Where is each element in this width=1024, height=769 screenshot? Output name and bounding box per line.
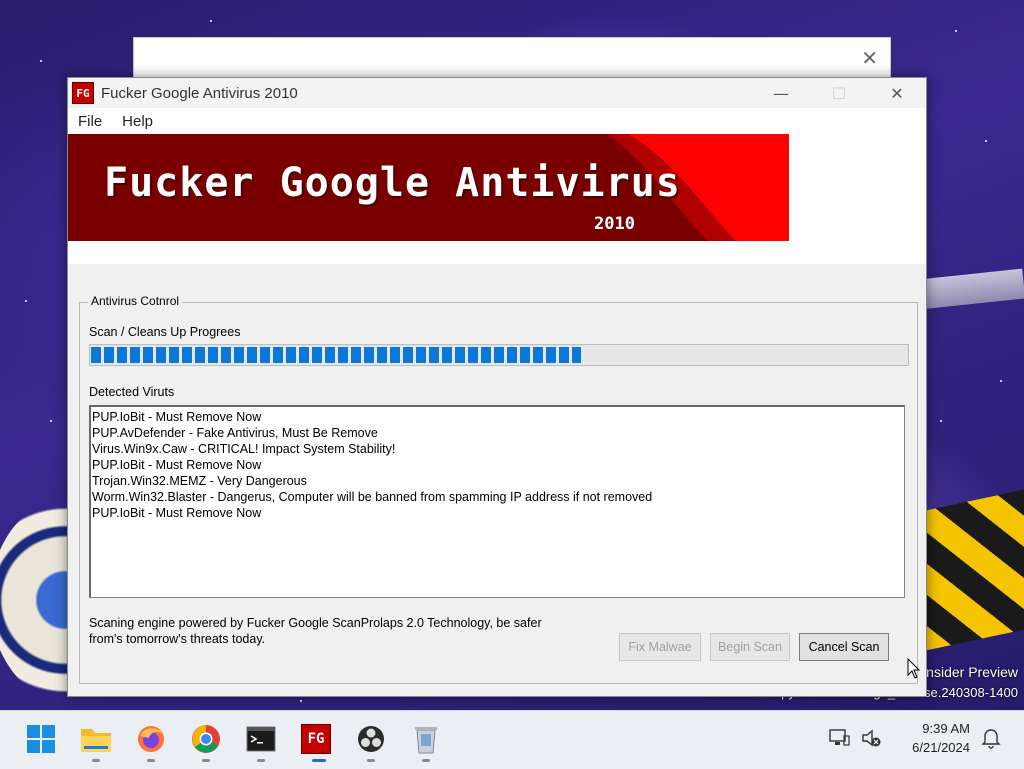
network-icon[interactable]	[826, 725, 852, 751]
windows-start-icon[interactable]	[25, 723, 57, 755]
antivirus-window: FG Fucker Google Antivirus 2010 — ☐ ✕ Fi…	[67, 77, 927, 697]
list-item[interactable]: Trojan.Win32.MEMZ - Very Dangerous	[92, 473, 903, 489]
close-button[interactable]: ✕	[868, 78, 926, 108]
window-title: Fucker Google Antivirus 2010	[101, 84, 298, 102]
file-explorer-icon[interactable]	[80, 723, 112, 755]
begin-scan-button: Begin Scan	[710, 633, 790, 661]
progress-label: Scan / Cleans Up Progrees	[89, 325, 241, 339]
group-legend: Antivirus Cotnrol	[88, 294, 183, 308]
firefox-icon[interactable]	[135, 723, 167, 755]
maximize-button: ☐	[831, 83, 847, 103]
clock-date: 6/21/2024	[912, 740, 970, 755]
terminal-icon[interactable]	[245, 723, 277, 755]
recycle-bin-icon[interactable]	[410, 723, 442, 755]
system-clock[interactable]: 9:39 AM 6/21/2024	[912, 719, 970, 757]
fg-taskbar-icon-text: FG	[301, 724, 331, 754]
app-icon: FG	[72, 82, 94, 104]
list-item[interactable]: PUP.IoBit - Must Remove Now	[92, 409, 903, 425]
notification-bell-icon[interactable]	[978, 725, 1004, 751]
window-controls: — ☐ ✕	[752, 78, 926, 108]
title-bar[interactable]: FG Fucker Google Antivirus 2010 — ☐ ✕	[68, 78, 926, 108]
fg-antivirus-icon[interactable]: FG	[300, 723, 332, 755]
antivirus-control-group: Antivirus Cotnrol Scan / Cleans Up Progr…	[79, 294, 918, 684]
minimize-button[interactable]: —	[752, 78, 810, 108]
menu-help[interactable]: Help	[112, 113, 163, 130]
banner-title: Fucker Google Antivirus	[104, 160, 681, 206]
wallpaper-stripe-graphic	[920, 488, 1024, 652]
background-dialog-close-button[interactable]: ✕	[861, 46, 878, 70]
list-item[interactable]: PUP.IoBit - Must Remove Now	[92, 457, 903, 473]
scan-progress-bar	[89, 344, 909, 366]
banner-image: Fucker Google Antivirus 2010	[68, 134, 789, 241]
list-item[interactable]: Worm.Win32.Blaster - Dangerus, Computer …	[92, 489, 903, 505]
taskbar: FG 9:39 AM 6/21/2024	[0, 710, 1024, 769]
volume-muted-icon[interactable]	[858, 725, 884, 751]
detected-virus-list[interactable]: PUP.IoBit - Must Remove Now PUP.AvDefend…	[89, 405, 905, 598]
banner-area: Fucker Google Antivirus 2010	[68, 134, 926, 264]
chrome-icon[interactable]	[190, 723, 222, 755]
scan-progress-fill	[91, 347, 581, 363]
insider-watermark-line1: nsider Preview	[926, 664, 1018, 680]
fix-malware-button: Fix Malwae	[619, 633, 701, 661]
banner-year: 2010	[594, 214, 635, 234]
cancel-scan-button[interactable]: Cancel Scan	[799, 633, 889, 661]
list-item[interactable]: PUP.IoBit - Must Remove Now	[92, 505, 903, 521]
mouse-cursor-icon	[907, 658, 921, 679]
list-item[interactable]: Virus.Win9x.Caw - CRITICAL! Impact Syste…	[92, 441, 903, 457]
menu-file[interactable]: File	[68, 113, 112, 130]
menu-bar: File Help	[68, 108, 926, 134]
list-item[interactable]: PUP.AvDefender - Fake Antivirus, Must Be…	[92, 425, 903, 441]
engine-info-text: Scaning engine powered by Fucker Google …	[89, 616, 542, 646]
clock-time: 9:39 AM	[922, 721, 970, 736]
detected-label: Detected Viruts	[89, 385, 175, 399]
obs-icon[interactable]	[355, 723, 387, 755]
